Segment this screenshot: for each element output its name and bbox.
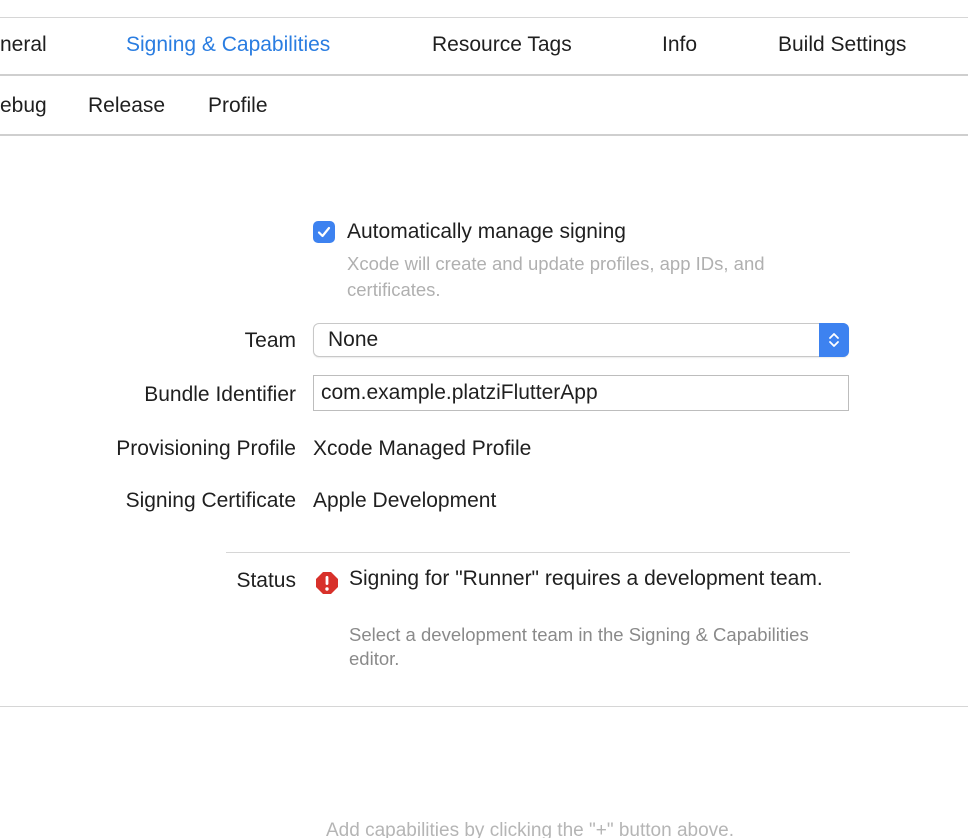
tab-build-settings[interactable]: Build Settings [778,31,906,59]
bundle-identifier-field[interactable]: com.example.platziFlutterApp [313,375,849,411]
status-message: Signing for "Runner" requires a developm… [349,567,823,590]
signing-certificate-label: Signing Certificate [125,489,296,512]
signing-capabilities-pane: neral Signing & Capabilities Resource Ta… [0,0,968,838]
provisioning-profile-label: Provisioning Profile [116,437,296,460]
config-release[interactable]: Release [88,92,165,120]
team-popup-button[interactable]: None [313,323,849,357]
tab-resource-tags[interactable]: Resource Tags [432,31,572,59]
config-profile[interactable]: Profile [208,92,268,120]
status-hint: Select a development team in the Signing… [349,624,809,669]
bundle-identifier-value: com.example.platziFlutterApp [321,381,598,404]
signing-certificate-value: Apple Development [313,489,497,512]
auto-manage-signing-label[interactable]: Automatically manage signing [347,218,626,246]
auto-manage-signing-checkbox[interactable] [313,221,335,243]
tab-signing-capabilities[interactable]: Signing & Capabilities [126,31,330,59]
tab-general[interactable]: neral [0,31,47,59]
auto-manage-signing-hint: Xcode will create and update profiles, a… [347,253,765,300]
error-icon [316,572,338,594]
provisioning-profile-value: Xcode Managed Profile [313,437,532,460]
config-debug[interactable]: ebug [0,92,47,120]
team-popup-value: None [328,328,379,351]
status-label: Status [236,569,296,592]
up-down-chevron-icon [819,323,849,357]
checkmark-icon [317,226,331,238]
top-border [0,17,968,18]
status-divider [226,552,850,553]
signing-section-divider [0,706,968,707]
tab-info[interactable]: Info [662,31,697,59]
team-label: Team [244,329,296,352]
capabilities-empty-hint: Add capabilities by clicking the "+" but… [326,820,734,838]
bundle-identifier-label: Bundle Identifier [144,383,296,406]
config-bar-divider [0,134,968,136]
tab-bar-divider [0,74,968,76]
